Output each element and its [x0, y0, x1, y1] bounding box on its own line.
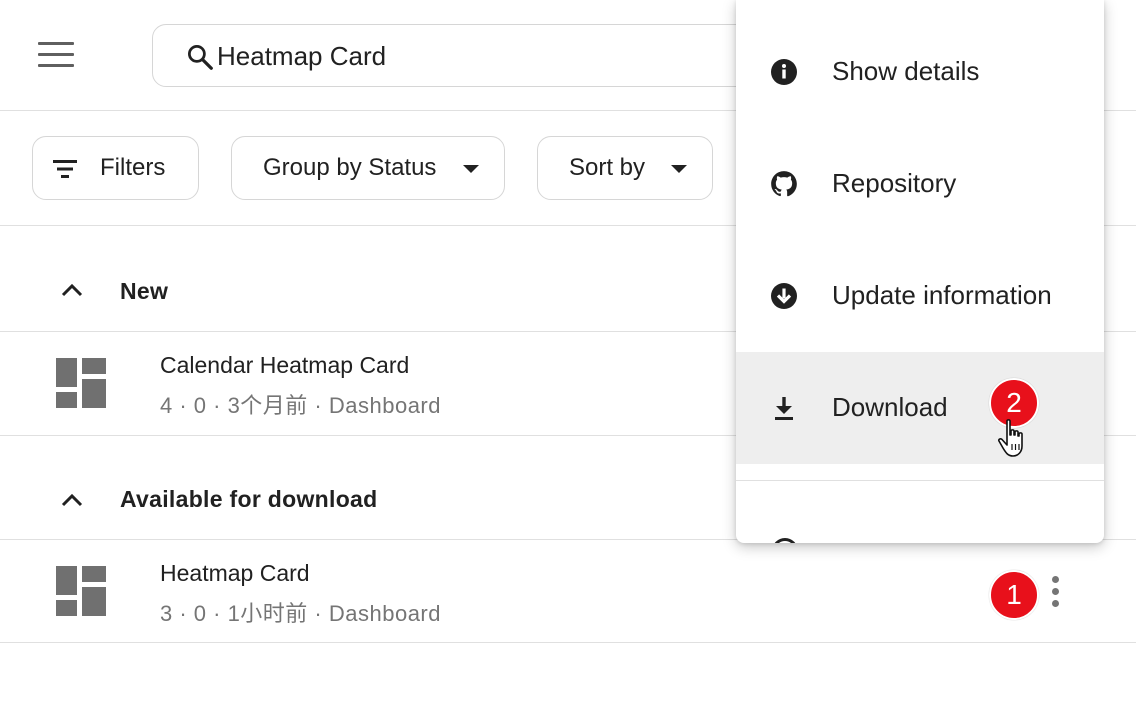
- item-title: Calendar Heatmap Card: [160, 352, 410, 378]
- chevron-up-icon: [61, 283, 83, 297]
- step-badge-1: 1: [989, 570, 1039, 620]
- item-subtitle: 3 · 0 · 1小时前 · Dashboard: [160, 601, 441, 626]
- download-icon: [775, 397, 793, 420]
- section-title: New: [120, 278, 169, 304]
- menu-divider: [736, 480, 1104, 481]
- menu-item-show-details[interactable]: Show details: [736, 16, 1104, 128]
- search-box[interactable]: [152, 24, 792, 87]
- caret-down-icon: [671, 165, 687, 173]
- filters-label: Filters: [100, 154, 166, 181]
- menu-item-label: Show details: [832, 56, 980, 86]
- item-subtitle: 4 · 0 · 3个月前 · Dashboard: [160, 393, 441, 418]
- info-icon: [771, 59, 797, 85]
- filter-icon: [53, 160, 77, 178]
- menu-item-repository[interactable]: Repository: [736, 128, 1104, 240]
- chevron-up-icon: [61, 493, 83, 507]
- hamburger-menu-icon[interactable]: [38, 42, 74, 68]
- caret-down-icon: [463, 165, 479, 173]
- github-icon: [771, 171, 797, 197]
- hand-cursor-icon: [997, 419, 1023, 457]
- search-icon: [188, 45, 213, 70]
- context-menu: Show details Repository Update informati…: [736, 0, 1104, 543]
- overflow-menu-icon[interactable]: [1046, 574, 1066, 610]
- menu-item-download[interactable]: Download: [736, 352, 1104, 464]
- dashboard-icon: [56, 566, 106, 616]
- menu-item-icon: [772, 538, 798, 543]
- list-item[interactable]: Heatmap Card 3 · 0 · 1小时前 · Dashboard: [0, 540, 1136, 643]
- sort-by-label: Sort by: [569, 154, 646, 181]
- arrow-down-circle-icon: [771, 283, 797, 309]
- group-by-status-dropdown[interactable]: Group by Status: [231, 136, 505, 200]
- item-title: Heatmap Card: [160, 560, 310, 586]
- menu-item-label: Download: [832, 392, 948, 422]
- menu-item-label: Repository: [832, 168, 957, 198]
- group-by-label: Group by Status: [263, 154, 437, 181]
- sort-by-dropdown[interactable]: Sort by: [537, 136, 713, 200]
- search-input[interactable]: [217, 37, 737, 75]
- menu-item-label: Update information: [832, 280, 1052, 310]
- section-title: Available for download: [120, 486, 378, 512]
- menu-item-update-information[interactable]: Update information: [736, 240, 1104, 352]
- filters-button[interactable]: Filters: [32, 136, 199, 200]
- dashboard-icon: [56, 358, 106, 408]
